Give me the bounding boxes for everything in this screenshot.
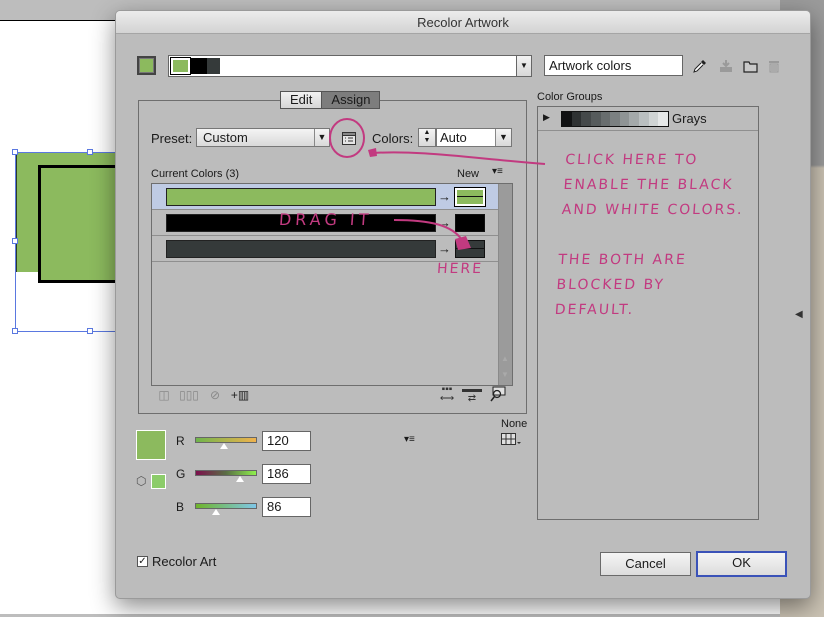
annotation-note-line: [559, 223, 743, 248]
annotation-note-line: ENABLE THE BLACK: [562, 177, 735, 193]
annotation-note: CLICK HERE TO ENABLE THE BLACK AND WHITE C…: [554, 148, 748, 323]
drag-arrowhead: [455, 236, 471, 250]
annotation-note-line: AND WHITE COLORS.: [561, 202, 745, 218]
annotation-note-line: THE BOTH ARE: [557, 252, 688, 268]
annotation-note-line: CLICK HERE TO: [564, 152, 699, 168]
annotation-drag-it: DRAG IT: [278, 210, 374, 229]
annotation-here: HERE: [436, 261, 484, 277]
annotation-note-line: BLOCKED BY: [555, 277, 666, 293]
annotation-note-line: DEFAULT.: [554, 302, 635, 318]
annotation-arrow-line: [371, 151, 546, 165]
annotation-circle: [329, 118, 365, 158]
drag-arrow-line: [393, 219, 463, 241]
annotation-arrowhead: [368, 148, 377, 157]
